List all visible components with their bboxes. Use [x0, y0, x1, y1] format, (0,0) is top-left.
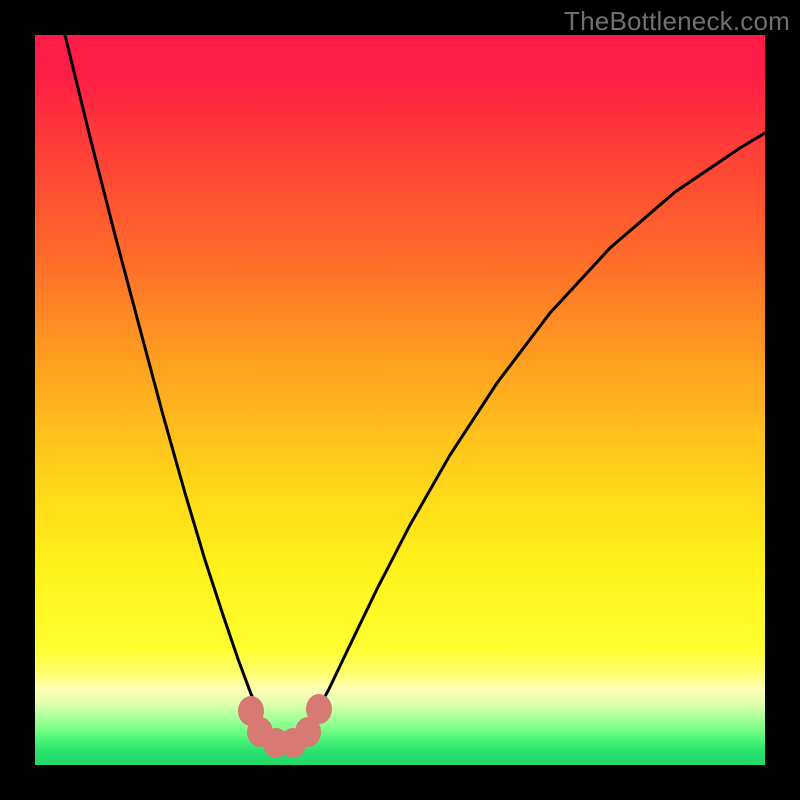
marker-layer	[35, 35, 765, 765]
watermark-label: TheBottleneck.com	[564, 6, 790, 37]
data-marker	[306, 694, 332, 724]
chart-frame: TheBottleneck.com	[0, 0, 800, 800]
plot-area	[35, 35, 765, 765]
